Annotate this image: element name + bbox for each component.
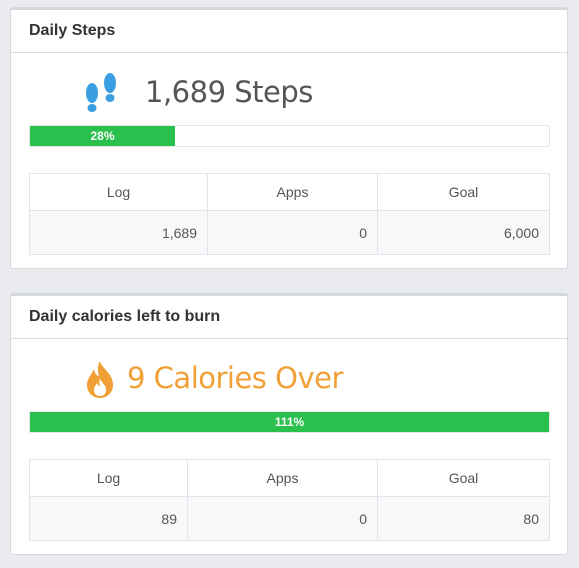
calories-headline: 9 Calories Over — [127, 361, 343, 395]
column-header-apps: Apps — [187, 459, 378, 497]
daily-steps-card: Daily Steps 1,689 Steps 28% Log Apps Goa… — [10, 7, 568, 269]
steps-progress-fill: 28% — [30, 126, 175, 146]
daily-calories-card: Daily calories left to burn 9 Calories O… — [10, 293, 568, 555]
calories-progress-fill: 111% — [30, 412, 549, 432]
column-header-goal: Goal — [377, 173, 550, 211]
steps-card-title: Daily Steps — [11, 10, 567, 53]
steps-log-value: 1,689 — [29, 210, 208, 255]
footprints-icon — [86, 73, 116, 112]
column-header-log: Log — [29, 173, 208, 211]
calories-progress-bar: 111% — [29, 411, 550, 433]
calories-hero: 9 Calories Over — [11, 339, 567, 409]
steps-stats-table: Log Apps Goal 1,689 0 6,000 — [29, 173, 550, 255]
column-header-apps: Apps — [207, 173, 378, 211]
column-header-goal: Goal — [377, 459, 550, 497]
table-header-row: Log Apps Goal — [29, 173, 550, 211]
steps-headline: 1,689 Steps — [145, 75, 313, 109]
calories-stats-table: Log Apps Goal 89 0 80 — [29, 459, 550, 541]
table-row: 89 0 80 — [29, 496, 550, 541]
steps-goal-value: 6,000 — [377, 210, 550, 255]
steps-progress-bar: 28% — [29, 125, 550, 147]
steps-hero: 1,689 Steps — [11, 53, 567, 123]
calories-goal-value: 80 — [377, 496, 550, 541]
calories-card-title: Daily calories left to burn — [11, 296, 567, 339]
table-row: 1,689 0 6,000 — [29, 210, 550, 255]
calories-log-value: 89 — [29, 496, 188, 541]
table-header-row: Log Apps Goal — [29, 459, 550, 497]
steps-apps-value: 0 — [207, 210, 378, 255]
flame-icon — [87, 361, 113, 398]
calories-apps-value: 0 — [187, 496, 378, 541]
column-header-log: Log — [29, 459, 188, 497]
